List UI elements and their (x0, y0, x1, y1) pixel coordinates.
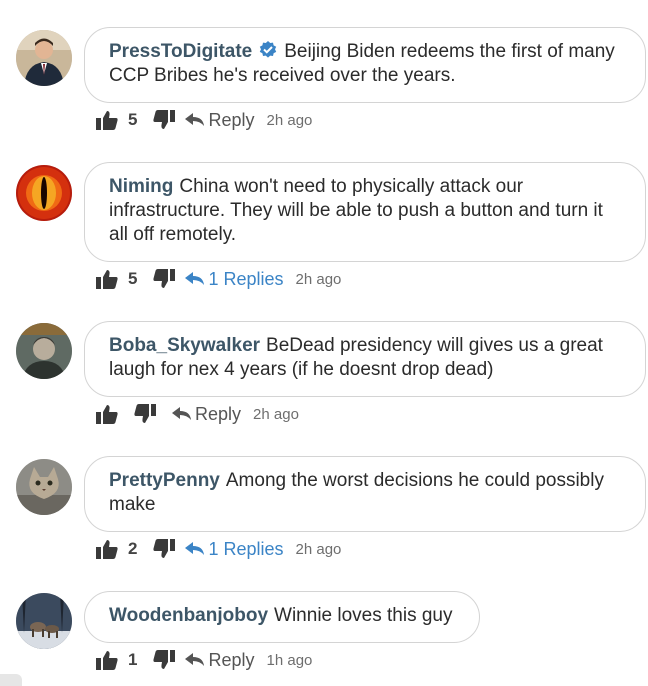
replies-label: 1 Replies (208, 538, 284, 559)
verified-badge-icon (260, 41, 277, 58)
like-count: 2 (128, 539, 138, 558)
comment-bubble: PressToDigitate Beijing Biden redeems the… (84, 27, 646, 103)
comment-text: China won't need to physically attack ou… (109, 176, 603, 245)
comment-timestamp: 2h ago (295, 270, 342, 288)
reply-label: Reply (208, 649, 255, 670)
reply-button[interactable]: Reply (172, 404, 241, 425)
dislike-button[interactable] (153, 269, 177, 289)
avatar[interactable] (16, 165, 72, 221)
comment-timestamp: 2h ago (295, 540, 342, 558)
like-count: 5 (128, 269, 138, 288)
portrait-avatar-image (16, 323, 72, 379)
reply-arrow-icon (185, 113, 205, 126)
comment-author[interactable]: Woodenbanjoboy (109, 605, 268, 626)
comment-author[interactable]: Boba_Skywalker (109, 335, 260, 356)
thumbs-up-icon (96, 540, 118, 559)
thumbs-down-icon (153, 539, 176, 558)
thumbs-up-icon (96, 270, 118, 289)
thumbs-down-icon (153, 650, 176, 669)
reply-label: Reply (195, 403, 242, 424)
avatar[interactable] (16, 30, 72, 86)
comment-actions: Reply 2h ago (96, 401, 299, 427)
like-count: 1 (128, 650, 138, 669)
corner-scroll-tab (0, 674, 22, 686)
avatar[interactable] (16, 593, 72, 649)
comment-bubble: Niming China won't need to physically att… (84, 162, 646, 262)
reply-arrow-icon (185, 272, 205, 285)
comment-author[interactable]: Niming (109, 176, 173, 197)
reply-button[interactable]: Reply (185, 649, 255, 671)
like-count: 5 (128, 110, 138, 129)
comment-text: Winnie loves this guy (274, 605, 453, 626)
comment-actions: 2 1 Replies 2h ago (96, 536, 341, 562)
comment-actions: 1 Reply 1h ago (96, 647, 312, 673)
reply-button[interactable]: Reply (185, 109, 255, 131)
avatar[interactable] (16, 323, 72, 379)
comment-timestamp: 2h ago (253, 405, 299, 423)
dislike-button[interactable] (153, 650, 177, 670)
thumbs-down-icon (153, 110, 176, 129)
thumbs-up-icon (96, 111, 118, 130)
thumbs-down-icon (134, 404, 156, 423)
thumbs-up-icon (96, 405, 118, 424)
reply-arrow-icon (185, 653, 205, 666)
reply-label: Reply (208, 109, 255, 130)
like-button[interactable] (96, 269, 118, 289)
thumbs-up-icon (96, 651, 118, 670)
reply-arrow-icon (185, 542, 205, 555)
comment-bubble: Woodenbanjoboy Winnie loves this guy (84, 591, 480, 643)
comment-bubble: PrettyPenny Among the worst decisions he … (84, 456, 646, 532)
dislike-button[interactable] (153, 539, 177, 559)
like-button[interactable] (96, 539, 118, 559)
deer-avatar-image (16, 593, 72, 649)
cat-avatar-image (16, 459, 72, 515)
replies-button[interactable]: 1 Replies (185, 268, 284, 290)
dislike-button[interactable] (134, 404, 158, 424)
comment-actions: 5 1 Replies 2h ago (96, 266, 341, 292)
comment-bubble: Boba_Skywalker BeDead presidency will giv… (84, 321, 646, 397)
comment-timestamp: 2h ago (266, 111, 313, 129)
dislike-button[interactable] (153, 110, 177, 130)
thumbs-down-icon (153, 269, 176, 288)
like-button[interactable] (96, 404, 118, 424)
like-button[interactable] (96, 110, 118, 130)
like-button[interactable] (96, 650, 118, 670)
eye-of-sauron-avatar-image (16, 165, 72, 221)
comment-actions: 5 Reply 2h ago (96, 107, 312, 133)
reply-arrow-icon (172, 407, 191, 420)
comment-author[interactable]: PrettyPenny (109, 470, 220, 491)
comment-author[interactable]: PressToDigitate (109, 41, 252, 62)
replies-label: 1 Replies (208, 268, 284, 289)
comment-timestamp: 1h ago (266, 651, 313, 669)
replies-button[interactable]: 1 Replies (185, 538, 284, 560)
man-in-suit-avatar-image (16, 30, 72, 86)
avatar[interactable] (16, 459, 72, 515)
